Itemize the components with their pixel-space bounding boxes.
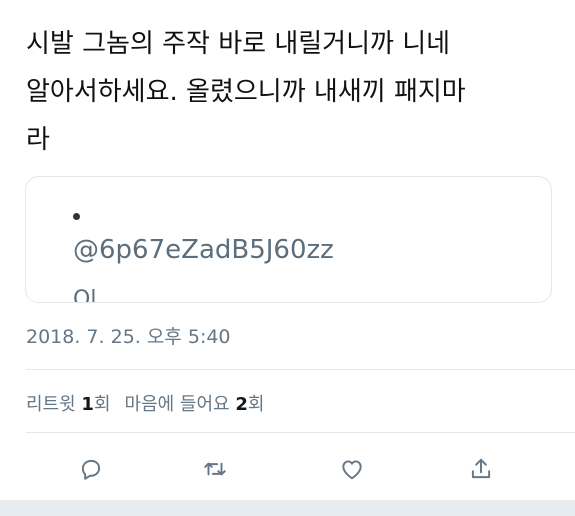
tweet-stats: 리트윗 1회 마음에 들어요 2회	[26, 390, 264, 416]
like-count-link[interactable]: 마음에 들어요 2회	[125, 390, 265, 416]
tweet-text: 시발 그놈의 주작 바로 내릴거니까 니네 알아서하세요. 올렸으니까 내새끼 …	[26, 20, 556, 164]
retweets-label: 리트윗	[26, 394, 76, 415]
retweet-icon	[204, 462, 226, 476]
retweets-count: 1	[81, 394, 94, 415]
retweet-count-link[interactable]: 리트윗 1회	[26, 390, 111, 416]
divider	[26, 432, 575, 433]
bullet-dot	[73, 213, 80, 220]
reply-icon	[81, 459, 101, 480]
likes-count: 2	[235, 394, 248, 415]
tweet-text-line: 알아서하세요. 올렸으니까 내새끼 패지마	[26, 77, 466, 107]
tweet-actions	[0, 446, 575, 492]
quoted-card[interactable]: @6p67eZadB5J60zz Ol	[25, 176, 552, 303]
likes-suffix: 회	[247, 394, 265, 415]
reply-button[interactable]	[76, 454, 106, 484]
bottom-bar	[0, 500, 575, 516]
share-icon	[471, 458, 491, 479]
likes-label: 마음에 들어요	[124, 394, 230, 415]
retweets-suffix: 회	[93, 394, 111, 415]
tweet-text-line: 라	[26, 125, 50, 155]
tweet-text-line: 시발 그놈의 주작 바로 내릴거니까 니네	[26, 29, 451, 59]
heart-icon	[342, 460, 362, 480]
quoted-cutoff-text: Ol	[73, 287, 97, 303]
share-button[interactable]	[466, 454, 496, 484]
retweet-button[interactable]	[200, 454, 230, 484]
tweet-timestamp[interactable]: 2018. 7. 25. 오후 5:40	[26, 322, 231, 349]
divider	[26, 369, 575, 370]
quoted-handle: @6p67eZadB5J60zz	[73, 235, 334, 265]
tweet-detail: 시발 그놈의 주작 바로 내릴거니까 니네 알아서하세요. 올렸으니까 내새끼 …	[0, 0, 575, 516]
like-button[interactable]	[337, 454, 367, 484]
